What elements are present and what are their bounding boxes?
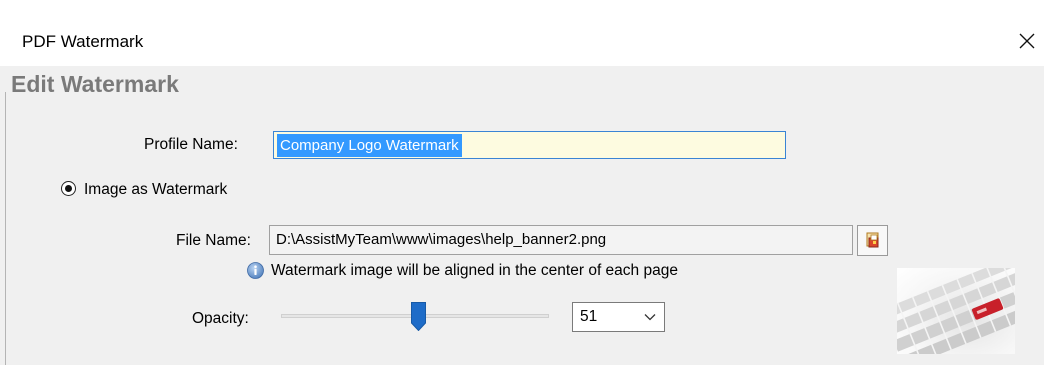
file-name-label: File Name: xyxy=(176,232,251,249)
opacity-value: 51 xyxy=(580,308,598,325)
browse-file-button[interactable] xyxy=(857,225,888,256)
info-message: Watermark image will be aligned in the c… xyxy=(271,262,678,279)
watermark-preview-image xyxy=(897,268,1015,354)
profile-name-value: Company Logo Watermark xyxy=(277,134,462,157)
window-title: PDF Watermark xyxy=(22,32,144,51)
opacity-slider-thumb[interactable] xyxy=(411,302,426,331)
image-watermark-radio[interactable] xyxy=(61,181,76,196)
title-bar: PDF Watermark xyxy=(0,0,1044,66)
file-name-input[interactable]: D:\AssistMyTeam\www\images\help_banner2.… xyxy=(269,225,853,255)
image-watermark-label[interactable]: Image as Watermark xyxy=(84,181,227,199)
browse-file-icon xyxy=(866,232,879,248)
opacity-label: Opacity: xyxy=(192,310,249,327)
close-button[interactable] xyxy=(1006,22,1044,60)
info-icon xyxy=(247,262,264,279)
profile-name-input[interactable]: Company Logo Watermark xyxy=(273,131,786,159)
chevron-down-icon xyxy=(644,314,656,321)
profile-name-label: Profile Name: xyxy=(144,136,238,153)
panel-border xyxy=(5,92,6,365)
dialog-body xyxy=(0,66,1044,365)
close-icon xyxy=(1019,33,1035,49)
page-title: Edit Watermark xyxy=(11,71,179,97)
file-name-value: D:\AssistMyTeam\www\images\help_banner2.… xyxy=(276,231,607,248)
opacity-select[interactable]: 51 xyxy=(572,302,665,332)
